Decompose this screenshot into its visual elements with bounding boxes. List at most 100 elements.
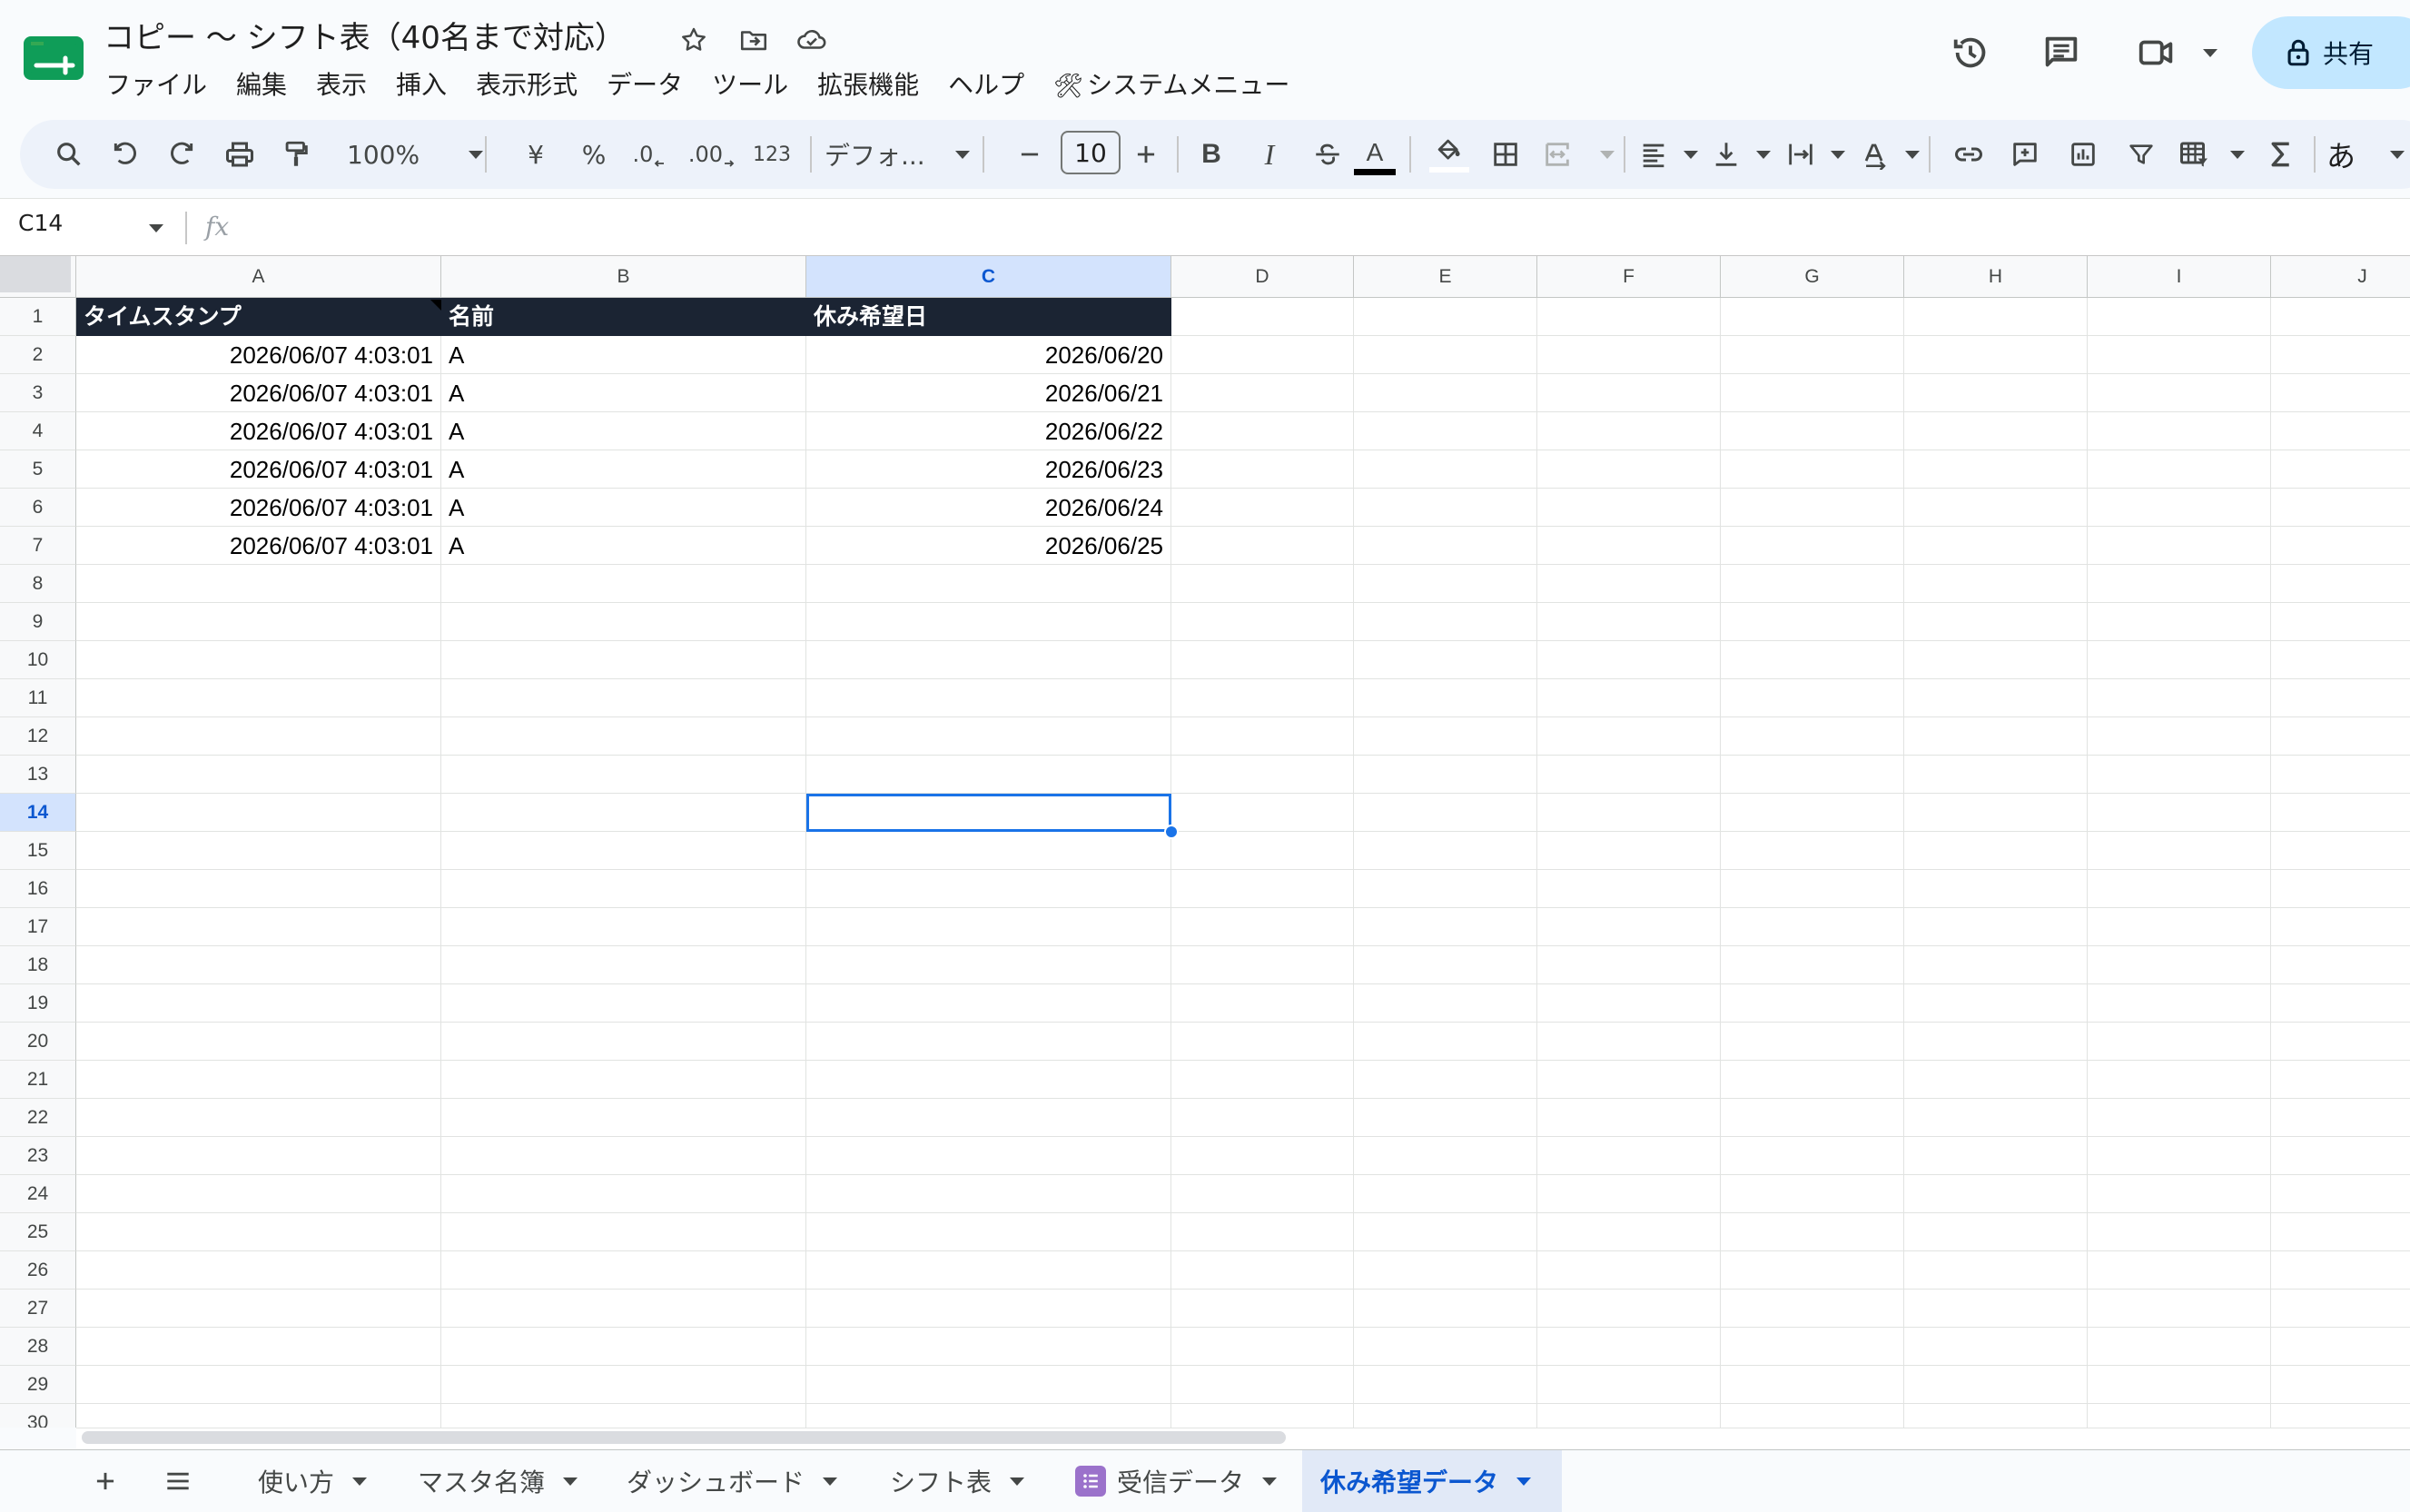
cell-d27[interactable] [1171, 1290, 1354, 1328]
cell-b23[interactable] [441, 1137, 806, 1175]
menu-file[interactable]: ファイル [91, 65, 222, 105]
cell-b20[interactable] [441, 1023, 806, 1061]
cell-a4[interactable]: 2026/06/07 4:03:01 [76, 412, 441, 450]
row-header-15[interactable]: 15 [0, 832, 76, 870]
cell-e29[interactable] [1354, 1366, 1537, 1404]
cell-g23[interactable] [1721, 1137, 1904, 1175]
cell-c28[interactable] [806, 1328, 1171, 1366]
cell-j17[interactable] [2271, 908, 2410, 946]
fill-handle[interactable] [1164, 825, 1179, 839]
cell-c20[interactable] [806, 1023, 1171, 1061]
chevron-down-icon[interactable] [1516, 1477, 1532, 1486]
cell-d21[interactable] [1171, 1061, 1354, 1099]
cell-b11[interactable] [441, 679, 806, 717]
cell-f7[interactable] [1537, 527, 1721, 565]
cell-j5[interactable] [2271, 450, 2410, 489]
cell-h18[interactable] [1904, 946, 2088, 984]
cell-j28[interactable] [2271, 1328, 2410, 1366]
cell-e25[interactable] [1354, 1213, 1537, 1251]
row-header-25[interactable]: 25 [0, 1213, 76, 1251]
cell-e16[interactable] [1354, 870, 1537, 908]
cell-j22[interactable] [2271, 1099, 2410, 1137]
vertical-align-button[interactable] [1711, 120, 1771, 189]
cell-g15[interactable] [1721, 832, 1904, 870]
cell-d1[interactable] [1171, 298, 1354, 336]
cell-d17[interactable] [1171, 908, 1354, 946]
cell-d3[interactable] [1171, 374, 1354, 412]
cell-h9[interactable] [1904, 603, 2088, 641]
number-format-button[interactable]: 123 [746, 120, 797, 189]
percent-format-button[interactable]: % [574, 120, 614, 189]
cell-f26[interactable] [1537, 1251, 1721, 1290]
cell-i5[interactable] [2088, 450, 2271, 489]
cell-j15[interactable] [2271, 832, 2410, 870]
cell-j2[interactable] [2271, 336, 2410, 374]
cell-c13[interactable] [806, 756, 1171, 794]
cell-c29[interactable] [806, 1366, 1171, 1404]
cell-e30[interactable] [1354, 1404, 1537, 1428]
cell-f30[interactable] [1537, 1404, 1721, 1428]
cell-b7[interactable]: A [441, 527, 806, 565]
cell-b3[interactable]: A [441, 374, 806, 412]
document-title[interactable]: コピー 〜 シフト表（40名まで対応） [104, 16, 626, 60]
cell-b19[interactable] [441, 984, 806, 1023]
cell-g19[interactable] [1721, 984, 1904, 1023]
cloud-status-icon[interactable] [794, 22, 830, 58]
cell-c2[interactable]: 2026/06/20 [806, 336, 1171, 374]
cell-i1[interactable] [2088, 298, 2271, 336]
cell-a17[interactable] [76, 908, 441, 946]
cell-b24[interactable] [441, 1175, 806, 1213]
cell-a9[interactable] [76, 603, 441, 641]
row-header-13[interactable]: 13 [0, 756, 76, 794]
search-menus-icon[interactable] [49, 120, 89, 189]
column-header-f[interactable]: F [1537, 256, 1721, 298]
cell-g30[interactable] [1721, 1404, 1904, 1428]
cell-b29[interactable] [441, 1366, 806, 1404]
cell-j18[interactable] [2271, 946, 2410, 984]
row-header-22[interactable]: 22 [0, 1099, 76, 1137]
cell-d19[interactable] [1171, 984, 1354, 1023]
cell-e13[interactable] [1354, 756, 1537, 794]
cell-f27[interactable] [1537, 1290, 1721, 1328]
cell-g8[interactable] [1721, 565, 1904, 603]
cell-f3[interactable] [1537, 374, 1721, 412]
menu-data[interactable]: データ [592, 65, 697, 105]
cell-f14[interactable] [1537, 794, 1721, 832]
cell-c19[interactable] [806, 984, 1171, 1023]
cell-d25[interactable] [1171, 1213, 1354, 1251]
cell-f23[interactable] [1537, 1137, 1721, 1175]
zoom-select[interactable]: 100% [347, 120, 483, 189]
cell-d30[interactable] [1171, 1404, 1354, 1428]
cell-f18[interactable] [1537, 946, 1721, 984]
menu-edit[interactable]: 編集 [222, 65, 301, 105]
sheet-tab-received-data[interactable]: 受信データ [1057, 1450, 1295, 1512]
cell-j16[interactable] [2271, 870, 2410, 908]
cell-e26[interactable] [1354, 1251, 1537, 1290]
cell-b25[interactable] [441, 1213, 806, 1251]
cell-j29[interactable] [2271, 1366, 2410, 1404]
cell-b27[interactable] [441, 1290, 806, 1328]
bold-button[interactable]: B [1191, 120, 1231, 189]
cell-a15[interactable] [76, 832, 441, 870]
row-header-21[interactable]: 21 [0, 1061, 76, 1099]
fill-color-icon[interactable] [1426, 120, 1473, 189]
cell-g20[interactable] [1721, 1023, 1904, 1061]
menu-insert[interactable]: 挿入 [381, 65, 461, 105]
chevron-down-icon[interactable] [352, 1477, 368, 1486]
cell-e11[interactable] [1354, 679, 1537, 717]
chevron-down-icon[interactable] [823, 1477, 838, 1486]
cell-f11[interactable] [1537, 679, 1721, 717]
row-header-20[interactable]: 20 [0, 1023, 76, 1061]
cell-c27[interactable] [806, 1290, 1171, 1328]
cell-h15[interactable] [1904, 832, 2088, 870]
row-header-23[interactable]: 23 [0, 1137, 76, 1175]
undo-icon[interactable] [105, 120, 145, 189]
cell-d13[interactable] [1171, 756, 1354, 794]
cell-g18[interactable] [1721, 946, 1904, 984]
all-sheets-icon[interactable] [158, 1450, 198, 1512]
cell-d6[interactable] [1171, 489, 1354, 527]
cell-e19[interactable] [1354, 984, 1537, 1023]
row-header-30[interactable]: 30 [0, 1404, 76, 1428]
cell-a23[interactable] [76, 1137, 441, 1175]
currency-format-button[interactable]: ¥ [516, 120, 556, 189]
